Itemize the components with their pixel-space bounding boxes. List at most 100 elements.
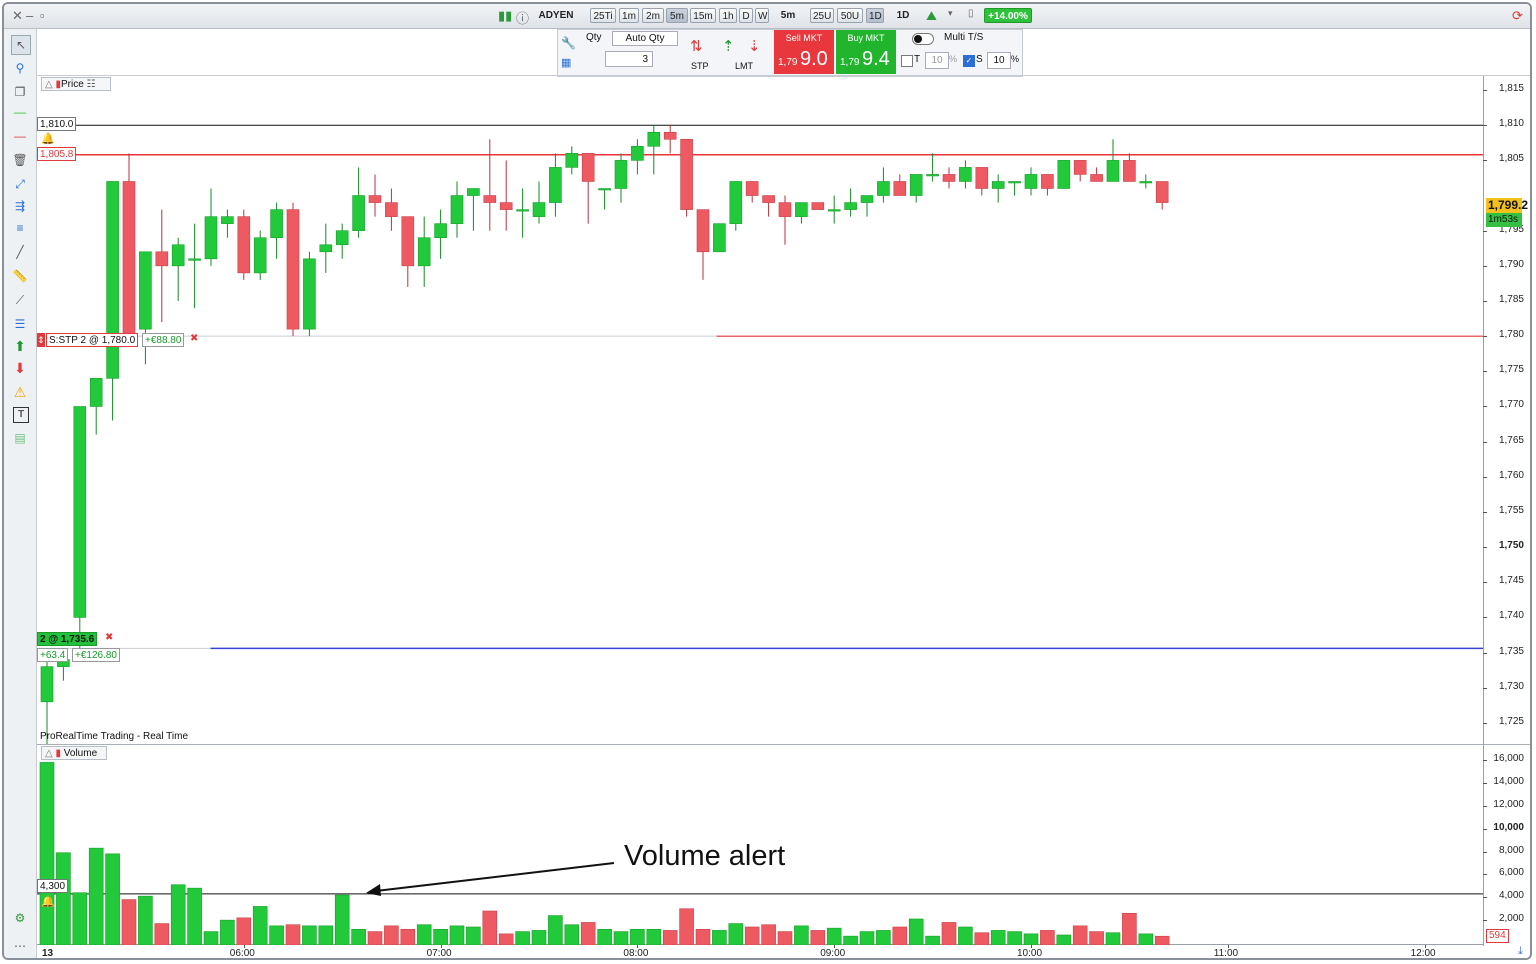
text-tool-icon[interactable]: T (13, 407, 29, 423)
restore-icon[interactable]: ▫ (40, 8, 45, 23)
position-label[interactable]: 2 @ 1,735.6 (37, 632, 98, 646)
stop-order-label[interactable]: S:STP 2 @ 1,780.0 (46, 333, 139, 347)
volume-bell-icon[interactable]: 🔔 (41, 895, 55, 908)
tab-1m[interactable]: 1m (619, 8, 639, 23)
tab-5m[interactable]: 5m (666, 8, 688, 23)
limit-buy-icon[interactable]: ⇡ (722, 37, 735, 55)
interval-dropdown[interactable]: 5m (772, 8, 804, 23)
zone-icon[interactable]: ▤ (11, 429, 29, 447)
chart-style-icon[interactable]: ⛰ (926, 8, 937, 24)
sell-prefix: 1,79 (778, 57, 798, 68)
channel-icon[interactable]: ⇶ (11, 197, 29, 215)
time-tick-mark (243, 945, 245, 948)
price-alert-label[interactable]: 1,810.0 (37, 117, 77, 131)
t-value-input[interactable]: 10 (925, 52, 949, 69)
tab-1h[interactable]: 1h (719, 8, 737, 23)
tab-50u[interactable]: 50U (837, 8, 863, 23)
price-tick-label: 1,805 (1498, 153, 1524, 165)
warning-icon[interactable]: ⚠ (11, 383, 29, 401)
copy-icon[interactable]: ❐ (11, 83, 29, 101)
tab-25ti[interactable]: 25Ti (590, 8, 616, 23)
period-dropdown[interactable]: 1D (888, 8, 918, 23)
info-icon[interactable]: ⓘ (516, 8, 529, 27)
price-chart[interactable] (37, 76, 1483, 744)
tab-d[interactable]: D (739, 8, 753, 23)
close-position-icon[interactable]: ✖ (105, 632, 113, 643)
levels-icon[interactable]: ☰ (11, 315, 29, 333)
refresh-icon[interactable]: ⟳ (1512, 8, 1523, 24)
candle-body (877, 181, 890, 196)
horizontal-line-red-icon[interactable]: — (11, 127, 29, 145)
s-checkbox[interactable]: ✓ (963, 55, 975, 67)
horizontal-line-green-icon[interactable]: — (11, 103, 29, 121)
fibonacci-icon[interactable]: ≡ (11, 219, 29, 237)
stop-order-icon[interactable]: ⇅ (690, 37, 703, 55)
arrow-down-icon[interactable]: ⬇ (11, 359, 29, 377)
candles-icon[interactable]: ▮▮ (498, 8, 512, 24)
zoom-icon[interactable]: ⤓ (1518, 945, 1523, 958)
order-level-label[interactable]: 1,805.8 (37, 147, 77, 161)
tab-25u[interactable]: 25U (810, 8, 834, 23)
trendline-icon[interactable]: ⤢ (11, 175, 29, 193)
candle-body (565, 153, 579, 168)
calculator-icon[interactable]: ▦ (561, 56, 571, 69)
volume-bar (826, 927, 842, 945)
volume-bar (203, 931, 219, 945)
measure-icon[interactable]: ⟋ (11, 291, 29, 309)
drag-handle-icon[interactable]: ⇕ (37, 333, 45, 347)
price-tick-mark (1483, 547, 1487, 549)
more-icon[interactable]: ⋯ (11, 937, 29, 955)
price-tick-mark (1483, 336, 1487, 338)
volume-tick-label: 16,000 (1493, 753, 1524, 765)
arrow-up-icon[interactable]: ⬆ (11, 337, 29, 355)
indicator-add-icon[interactable]: ⚙ (11, 909, 29, 927)
trash-icon[interactable]: 🗑 (11, 151, 29, 169)
cancel-order-icon[interactable]: ✖ (190, 333, 198, 344)
price-panel-tag[interactable]: △ ▮Price ☷ (41, 77, 111, 91)
volume-tick-mark (1483, 760, 1487, 762)
bell-icon[interactable]: 🔔 (41, 132, 55, 145)
volume-bar (777, 931, 793, 945)
price-panel-label: Price (61, 79, 84, 90)
price-tick-mark (1483, 441, 1487, 443)
buy-market-button[interactable]: Buy MKT 1,79 9.4 (836, 30, 896, 74)
candle-body (663, 131, 677, 140)
tab-1d-units[interactable]: 1D (866, 8, 884, 23)
line-icon[interactable]: ╱ (11, 243, 29, 261)
close-icon[interactable]: ✕ (12, 8, 23, 24)
volume-bar (876, 930, 891, 945)
volume-bar (302, 925, 317, 945)
minimize-icon[interactable]: – (26, 8, 33, 23)
top-toolbar: ✕ – ▫ ▮▮ ⓘ ADYEN 25Ti 1m 2m 5m 15m 1h D … (4, 4, 1530, 29)
chevron-down-icon[interactable]: ▾ (948, 8, 953, 19)
tab-w[interactable]: W (755, 8, 769, 23)
candle-body (335, 230, 349, 246)
volume-axis[interactable]: 16,000 14,000 12,000 10,000 8,000 6,000 4,000 2… (1483, 745, 1530, 945)
price-axis[interactable]: 1,815 1,810 1,805 1,795 1,790 1,785 1,780 1,775… (1483, 76, 1530, 744)
sell-market-button[interactable]: Sell MKT 1,79 9.0 (774, 30, 834, 74)
qty-input[interactable]: 3 (605, 51, 653, 67)
price-tick-label: 1,760 (1498, 469, 1524, 481)
symbol-selector[interactable]: ADYEN (530, 8, 582, 23)
list-icon[interactable]: ☷ (87, 79, 96, 90)
position-points-label: +63.4 (37, 648, 69, 662)
candle-body (483, 195, 497, 203)
pointer-icon[interactable]: ↖ (11, 35, 31, 55)
tab-15m[interactable]: 15m (690, 8, 716, 23)
time-tick-mark (1031, 945, 1032, 948)
lock-icon[interactable]: ▯ (968, 8, 974, 19)
s-value-input[interactable]: 10 (987, 52, 1011, 69)
volume-panel-tag[interactable]: △ ▮ Volume (41, 746, 107, 760)
candle-body (303, 258, 316, 330)
limit-sell-icon[interactable]: ⇣ (748, 37, 761, 55)
volume-alert-label[interactable]: 4,300 (37, 879, 69, 893)
t-checkbox[interactable] (901, 55, 913, 67)
magnet-icon[interactable]: ⚲ (11, 59, 29, 77)
auto-qty-button[interactable]: Auto Qty (612, 31, 678, 46)
wrench-icon[interactable]: 🔧 (561, 36, 576, 50)
tab-2m[interactable]: 2m (642, 8, 664, 23)
lmt-label: LMT (735, 61, 753, 71)
multi-toggle[interactable] (912, 33, 934, 45)
ruler-icon[interactable]: 📏 (11, 267, 29, 285)
price-tick-mark (1483, 687, 1487, 689)
